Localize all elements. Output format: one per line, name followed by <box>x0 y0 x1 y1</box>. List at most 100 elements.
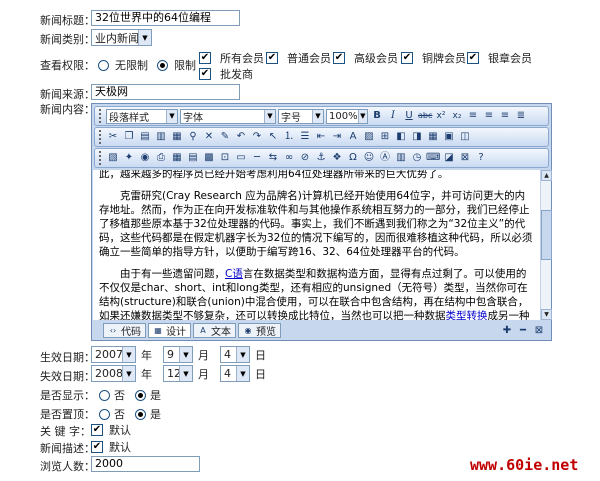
views-input[interactable]: 2000 <box>91 456 200 472</box>
bold-button[interactable]: B <box>370 109 384 123</box>
special-char-icon[interactable]: Ω <box>346 151 360 165</box>
align-center-icon[interactable]: ≡ <box>482 109 496 123</box>
description-default[interactable]: ✔ 默认 <box>91 439 131 455</box>
link-icon[interactable]: ∞ <box>282 151 296 165</box>
select-icon[interactable]: ↖ <box>266 130 280 144</box>
perm-wholesaler-checkbox[interactable]: ✔ <box>199 68 211 80</box>
strikethrough-button[interactable]: abc <box>418 109 432 123</box>
code-snippet-icon[interactable]: ⌨ <box>426 151 440 165</box>
unordered-list-icon[interactable]: ☰ <box>298 130 312 144</box>
preview-icon[interactable]: ◪ <box>442 151 456 165</box>
radio-unlimited[interactable] <box>98 59 109 71</box>
tab-code[interactable]: ‹› 代码 <box>103 323 146 338</box>
copy-icon[interactable]: ❐ <box>122 130 136 144</box>
perm-all-members[interactable]: ✔ 所有会员 <box>199 50 264 66</box>
forward-icon[interactable]: ◧ <box>394 130 408 144</box>
paragraph-style-select[interactable]: 段落样式 ▼ <box>106 108 178 124</box>
category-select[interactable]: 业内新闻 ▼ <box>91 29 152 46</box>
radio-limited[interactable] <box>157 59 168 71</box>
scroll-thumb[interactable] <box>541 210 552 260</box>
effective-day-select[interactable]: 4 ▼ <box>220 346 250 363</box>
clean-format-icon[interactable]: ✎ <box>218 130 232 144</box>
perm-wholesaler[interactable]: ✔ 批发商 <box>199 66 253 82</box>
expire-day-select[interactable]: 4 ▼ <box>220 365 250 382</box>
display-no-radio[interactable] <box>99 389 110 401</box>
unlink-icon[interactable]: ⊘ <box>298 151 312 165</box>
fieldset-icon[interactable]: ⊡ <box>218 151 232 165</box>
underline-button[interactable]: U <box>402 109 416 123</box>
perm-senior-members[interactable]: ✔ 高级会员 <box>333 50 398 66</box>
copy-format-icon[interactable]: ◫ <box>458 130 472 144</box>
perm-silver-members-checkbox[interactable]: ✔ <box>467 52 479 64</box>
font-color-icon[interactable]: A <box>346 130 360 144</box>
permission-radio-limited[interactable]: 限制 <box>157 57 196 73</box>
backward-icon[interactable]: ◨ <box>410 130 424 144</box>
pin-top-yes-radio[interactable] <box>135 408 146 420</box>
effective-month-select[interactable]: 9 ▼ <box>163 346 193 363</box>
source-input[interactable]: 天极网 <box>91 84 240 100</box>
editor-content-area[interactable]: 此，越来越多的程序员已经开始考虑利用64位处理器所带来的巨大优势了。 克雷研究(… <box>93 170 540 320</box>
permission-radio-unlimited[interactable]: 无限制 <box>98 57 148 73</box>
art-text-icon[interactable]: Ⓐ <box>378 151 392 165</box>
keywords-default[interactable]: ✔ 默认 <box>91 422 131 438</box>
emoticon-icon[interactable]: ☺ <box>362 151 376 165</box>
table-insert-icon[interactable]: ▦ <box>170 151 184 165</box>
outdent-icon[interactable]: ⇤ <box>314 130 328 144</box>
shrink-icon[interactable]: ━ <box>516 324 530 338</box>
expire-month-select[interactable]: 12 ▼ <box>163 365 193 382</box>
tab-preview[interactable]: ◉ 预览 <box>238 323 281 338</box>
delete-icon[interactable]: ✕ <box>202 130 216 144</box>
tab-design[interactable]: ▦ 设计 <box>148 323 191 338</box>
image-layer-icon[interactable]: ▣ <box>442 130 456 144</box>
date-icon[interactable]: ▥ <box>394 151 408 165</box>
resize-icon[interactable]: ⊠ <box>532 324 546 338</box>
ordered-list-icon[interactable]: ⒈ <box>282 130 296 144</box>
perm-bronze-members[interactable]: ✔ 铜牌会员 <box>401 50 466 66</box>
align-justify-icon[interactable]: ≣ <box>514 109 528 123</box>
help-icon[interactable]: ? <box>474 151 488 165</box>
table-icon[interactable]: ▦ <box>426 130 440 144</box>
indent-icon[interactable]: ⇥ <box>330 130 344 144</box>
perm-bronze-members-checkbox[interactable]: ✔ <box>401 52 413 64</box>
font-select[interactable]: 字体 ▼ <box>180 108 276 124</box>
marquee-icon[interactable]: ⇆ <box>266 151 280 165</box>
scroll-up-icon[interactable]: ▲ <box>541 170 552 181</box>
pin-top-no-radio[interactable] <box>99 408 110 420</box>
fullscreen-icon[interactable]: ⊠ <box>458 151 472 165</box>
perm-normal-members[interactable]: ✔ 普通会员 <box>266 50 331 66</box>
iframe-icon[interactable]: ▭ <box>234 151 248 165</box>
editor-scrollbar[interactable]: ▲ ▼ <box>540 170 552 320</box>
media-icon[interactable]: ◉ <box>138 151 152 165</box>
image-icon[interactable]: ▧ <box>106 151 120 165</box>
zoom-select[interactable]: 100% ▼ <box>326 108 368 124</box>
flash-icon[interactable]: ✦ <box>122 151 136 165</box>
hr-icon[interactable]: ─ <box>250 151 264 165</box>
absolute-position-icon[interactable]: ⊞ <box>378 130 392 144</box>
title-input[interactable]: 32位世界中的64位编程 <box>91 10 240 26</box>
paste-icon[interactable]: ▤ <box>138 130 152 144</box>
description-default-checkbox[interactable]: ✔ <box>91 441 103 453</box>
bg-color-icon[interactable]: ▨ <box>362 130 376 144</box>
c-language-link[interactable]: C语 <box>225 268 243 280</box>
perm-all-members-checkbox[interactable]: ✔ <box>199 52 211 64</box>
paste-text-icon[interactable]: ▥ <box>154 130 168 144</box>
perm-normal-members-checkbox[interactable]: ✔ <box>266 52 278 64</box>
perm-silver-members[interactable]: ✔ 银章会员 <box>467 50 532 66</box>
time-icon[interactable]: ◷ <box>410 151 424 165</box>
expire-year-select[interactable]: 2008 ▼ <box>91 365 136 382</box>
scroll-down-icon[interactable]: ▼ <box>541 309 552 320</box>
subscript-button[interactable]: x₂ <box>450 109 464 123</box>
cut-icon[interactable]: ✂ <box>106 130 120 144</box>
anchor-icon[interactable]: ⚓ <box>314 151 328 165</box>
italic-button[interactable]: I <box>386 109 400 123</box>
redo-icon[interactable]: ↷ <box>250 130 264 144</box>
undo-icon[interactable]: ↶ <box>234 130 248 144</box>
map-icon[interactable]: ❖ <box>330 151 344 165</box>
effective-year-select[interactable]: 2007 ▼ <box>91 346 136 363</box>
display-yes-radio[interactable] <box>135 389 146 401</box>
grid-icon[interactable]: ▩ <box>202 151 216 165</box>
form-icon[interactable]: ▤ <box>186 151 200 165</box>
align-right-icon[interactable]: ≡ <box>498 109 512 123</box>
find-icon[interactable]: ⚲ <box>186 130 200 144</box>
expand-icon[interactable]: ✚ <box>500 324 514 338</box>
